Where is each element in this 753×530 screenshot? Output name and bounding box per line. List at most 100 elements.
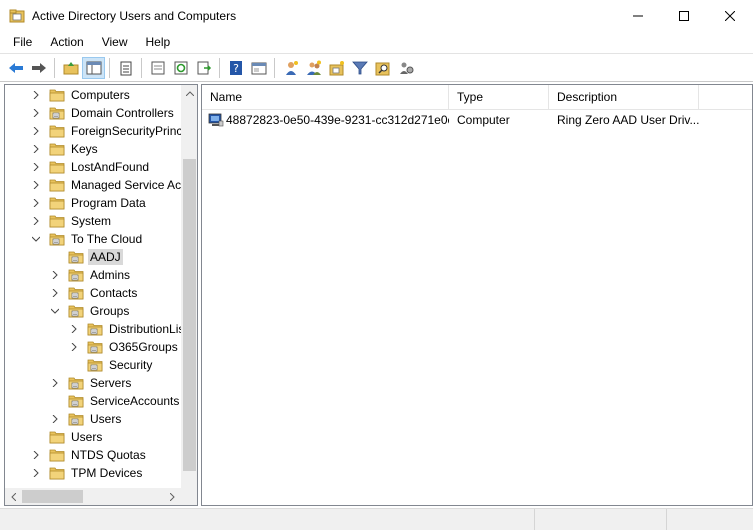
chevron-right-icon[interactable] (30, 197, 42, 209)
tree-item-label: DistributionLis (109, 322, 185, 336)
tree-vertical-scroll-thumb[interactable] (183, 159, 196, 471)
toolbar-separator (274, 57, 275, 78)
chevron-right-icon[interactable] (30, 161, 42, 173)
folder-icon (49, 178, 65, 192)
tree-item-label: Keys (71, 142, 98, 156)
properties-icon (120, 61, 131, 75)
filter-button[interactable] (348, 57, 371, 79)
new-user-button[interactable] (279, 57, 302, 79)
menu-action[interactable]: Action (41, 33, 92, 52)
organizational-unit-icon (87, 358, 103, 372)
find-button[interactable] (371, 57, 394, 79)
tree-item-label: System (71, 214, 112, 228)
tree-item[interactable]: To The Cloud (30, 230, 144, 248)
tree-item-label: Computers (71, 88, 130, 102)
tree-item-label: TPM Devices (71, 466, 143, 480)
tree-item[interactable]: Managed Service Acc (30, 176, 189, 194)
tree-item[interactable]: Keys (30, 140, 100, 158)
back-icon (8, 62, 23, 73)
menu-help[interactable]: Help (137, 33, 180, 52)
tree-item[interactable]: Groups (49, 302, 131, 320)
tree-item[interactable]: Users (30, 428, 104, 446)
tree-item[interactable]: DistributionLis (68, 320, 186, 338)
scroll-right-arrow-icon[interactable] (164, 488, 181, 505)
column-header-type[interactable]: Type (449, 85, 549, 110)
chevron-down-icon[interactable] (49, 305, 61, 317)
details-pane[interactable]: Name Type Description 48872823-0e50-439e… (201, 84, 753, 506)
help-button[interactable]: ? (224, 57, 247, 79)
menu-view[interactable]: View (93, 33, 137, 52)
chevron-right-icon[interactable] (68, 341, 80, 353)
chevron-right-icon[interactable] (49, 377, 61, 389)
tree-item[interactable]: Servers (49, 374, 133, 392)
chevron-right-icon[interactable] (30, 143, 42, 155)
chevron-right-icon[interactable] (30, 107, 42, 119)
chevron-right-icon[interactable] (30, 179, 42, 191)
export-button[interactable] (192, 57, 215, 79)
new-ou-button[interactable] (325, 57, 348, 79)
refresh-button[interactable] (169, 57, 192, 79)
export-list-button[interactable] (146, 57, 169, 79)
organizational-unit-icon (68, 250, 84, 264)
menu-file[interactable]: File (4, 33, 41, 52)
scroll-up-arrow-icon[interactable] (181, 85, 197, 102)
console-view-icon (251, 62, 266, 74)
refresh-icon (174, 61, 187, 74)
column-header-name[interactable]: Name (202, 85, 449, 110)
properties-button[interactable] (114, 57, 137, 79)
console-tree[interactable]: Computers Domain Controllers ForeignSecuri… (4, 84, 198, 506)
tree-item-label: Servers (90, 376, 132, 390)
tree-item[interactable]: ServiceAccounts (49, 392, 181, 410)
tree-item[interactable]: Program Data (30, 194, 148, 212)
forward-button[interactable] (27, 57, 50, 79)
tree-item[interactable]: Domain Controllers (30, 104, 176, 122)
tree-item-label: Contacts (90, 286, 138, 300)
column-header-description[interactable]: Description (549, 85, 699, 110)
folder-icon (49, 466, 65, 480)
chevron-right-icon[interactable] (68, 323, 80, 335)
tree-item[interactable]: ForeignSecurityPrinci (30, 122, 187, 140)
tree-item[interactable]: O365Groups (68, 338, 180, 356)
chevron-right-icon[interactable] (30, 467, 42, 479)
back-button[interactable] (4, 57, 27, 79)
chevron-right-icon[interactable] (30, 449, 42, 461)
console-view-button[interactable] (247, 57, 270, 79)
window-title: Active Directory Users and Computers (32, 9, 237, 23)
up-folder-button[interactable] (59, 57, 82, 79)
chevron-right-icon[interactable] (49, 287, 61, 299)
show-hide-console-tree-button[interactable] (82, 56, 105, 79)
scroll-left-arrow-icon[interactable] (5, 488, 22, 505)
tree-item[interactable]: LostAndFound (30, 158, 151, 176)
chevron-right-icon[interactable] (30, 215, 42, 227)
tree-item-label: ServiceAccounts (90, 394, 180, 408)
tree-item[interactable]: TPM Devices (30, 464, 144, 482)
delegate-button[interactable] (394, 57, 417, 79)
tree-vertical-scrollbar[interactable] (181, 85, 197, 488)
chevron-right-icon[interactable] (30, 89, 42, 101)
chevron-down-icon[interactable] (30, 233, 42, 245)
organizational-unit-icon (68, 268, 84, 282)
chevron-right-icon[interactable] (30, 125, 42, 137)
tree-item[interactable]: Computers (30, 86, 132, 104)
maximize-button[interactable] (661, 0, 707, 32)
tree-horizontal-scrollbar[interactable] (5, 488, 197, 505)
chevron-right-icon[interactable] (49, 413, 61, 425)
tree-horizontal-scroll-thumb[interactable] (22, 490, 83, 503)
minimize-button[interactable] (615, 0, 661, 32)
tree-item[interactable]: AADJ (49, 248, 123, 266)
tree-item-label: Groups (90, 304, 130, 318)
tree-item[interactable]: Admins (49, 266, 132, 284)
cell-name: 48872823-0e50-439e-9231-cc312d271e0c (226, 113, 449, 127)
tree-item[interactable]: Contacts (49, 284, 139, 302)
chevron-right-icon[interactable] (49, 269, 61, 281)
close-button[interactable] (707, 0, 753, 32)
toolbar-separator (141, 57, 142, 78)
folder-icon (49, 196, 65, 210)
tree-item[interactable]: System (30, 212, 113, 230)
tree-item[interactable]: NTDS Quotas (30, 446, 148, 464)
list-item[interactable]: 48872823-0e50-439e-9231-cc312d271e0c Com… (202, 111, 699, 129)
new-group-button[interactable] (302, 57, 325, 79)
tree-item[interactable]: Users (49, 410, 123, 428)
tree-item[interactable]: Security (68, 356, 154, 374)
maximize-icon (679, 11, 689, 21)
